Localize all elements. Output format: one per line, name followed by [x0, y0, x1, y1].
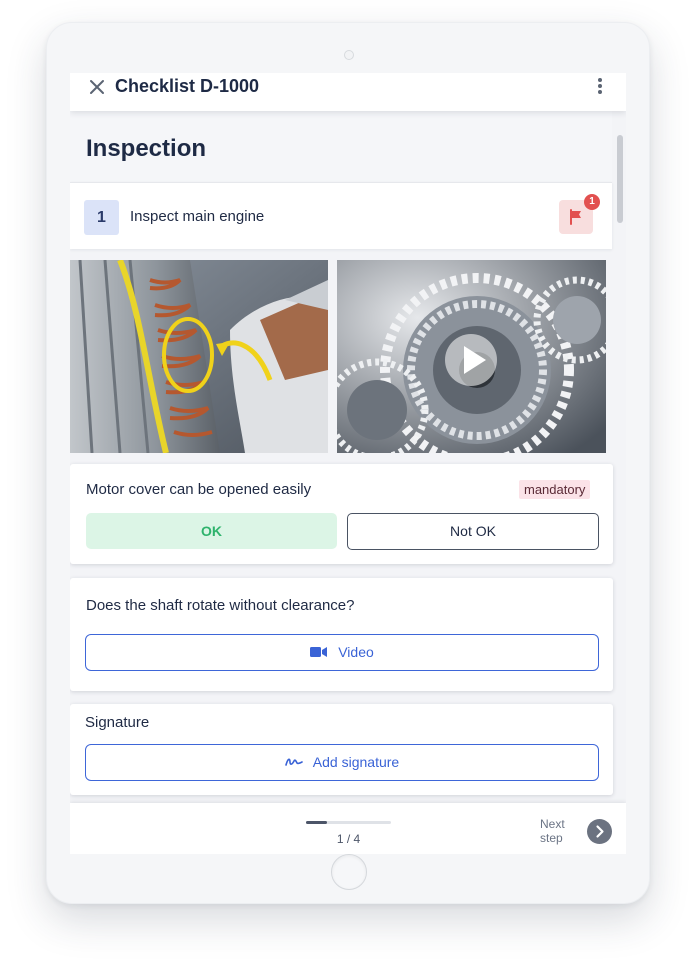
step-title: Inspect main engine: [130, 208, 265, 225]
gears-illustration: [337, 260, 606, 453]
engine-photo-illustration: [70, 260, 328, 453]
check-question: Does the shaft rotate without clearance?: [86, 597, 355, 614]
section-title: Inspection: [86, 135, 207, 162]
scrollbar-thumb[interactable]: [617, 135, 623, 223]
video-button[interactable]: Video: [85, 634, 599, 671]
page-counter: 1 / 4: [336, 832, 361, 846]
signature-title: Signature: [85, 714, 150, 731]
next-step-button[interactable]: [587, 819, 612, 844]
flag-icon: [570, 209, 581, 225]
more-vertical-icon[interactable]: [593, 77, 607, 95]
video-button-label: Video: [338, 644, 374, 660]
check-card-shaft: Does the shaft rotate without clearance?…: [70, 578, 613, 691]
flag-button[interactable]: 1: [559, 194, 600, 234]
video-camera-icon: [310, 647, 328, 658]
step-row[interactable]: 1 Inspect main engine 1: [70, 182, 612, 249]
gears-video-thumbnail[interactable]: [337, 260, 606, 453]
engine-photo[interactable]: [70, 260, 328, 453]
tablet-frame: Checklist D-1000 Inspection 1 Inspect ma…: [46, 22, 650, 904]
not-ok-button[interactable]: Not OK: [347, 513, 599, 550]
media-row: [70, 260, 612, 453]
scrollbar[interactable]: [614, 131, 624, 791]
bottom-navigation: 1 / 4 Next step: [70, 803, 626, 854]
signature-card: Signature Add signature: [70, 704, 613, 795]
ok-button[interactable]: OK: [86, 513, 337, 549]
app-screen: Checklist D-1000 Inspection 1 Inspect ma…: [70, 73, 626, 854]
step-number: 1: [84, 200, 119, 235]
signature-icon: [284, 758, 303, 767]
next-step-label-line1: Next: [540, 817, 565, 831]
close-icon[interactable]: [88, 78, 106, 96]
flag-count-badge: 1: [584, 194, 600, 210]
next-step-label[interactable]: Next step: [540, 817, 578, 845]
add-signature-button[interactable]: Add signature: [85, 744, 599, 781]
section-header: Inspection: [70, 111, 612, 182]
next-step-label-line2: step: [540, 831, 563, 845]
page-title: Checklist D-1000: [115, 76, 260, 96]
step-progress-bar: [306, 821, 391, 824]
chevron-right-icon: [596, 825, 604, 838]
mandatory-badge: mandatory: [519, 480, 591, 499]
step-progress-fill: [306, 821, 328, 824]
add-signature-label: Add signature: [312, 754, 400, 770]
home-button[interactable]: [331, 854, 367, 890]
check-question: Motor cover can be opened easily: [86, 481, 312, 498]
camera-icon: [344, 50, 354, 60]
app-bar: Checklist D-1000: [70, 73, 626, 111]
check-card-motor-cover: Motor cover can be opened easily mandato…: [70, 464, 613, 564]
